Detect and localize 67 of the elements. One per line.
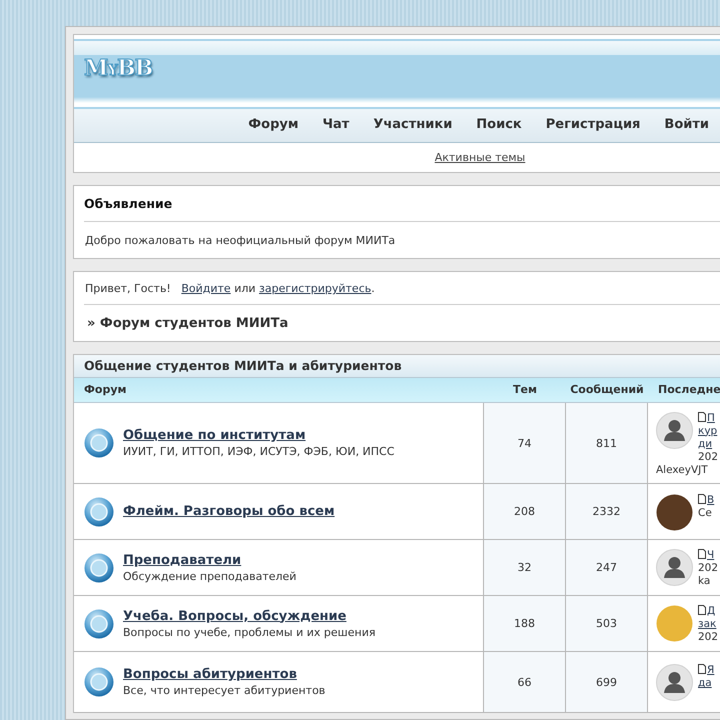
last-post-link[interactable]: ди — [698, 438, 718, 450]
post-count: 503 — [566, 596, 648, 652]
breadcrumb[interactable]: » Форум студентов МИИТа — [84, 305, 720, 341]
nav-link[interactable]: Участники — [361, 117, 464, 132]
post-count: 2332 — [566, 484, 648, 540]
post-count: 699 — [566, 652, 648, 713]
last-post-info: 202 — [698, 630, 718, 644]
column-header: Форум — [74, 378, 484, 403]
forum-description: Все, что интересует абитуриентов — [123, 684, 326, 697]
last-post-link[interactable]: Д — [698, 604, 718, 618]
last-post-author[interactable]: AlexeyVJT — [656, 464, 720, 476]
forum-status-icon — [84, 496, 114, 526]
forum-status-icon — [84, 667, 114, 697]
nav-link[interactable]: Форум — [236, 117, 310, 132]
forum-title-link[interactable]: Общение по институтам — [123, 428, 394, 443]
last-post-info: 202 — [698, 450, 718, 464]
last-post-link[interactable]: кур — [698, 424, 718, 438]
document-icon — [698, 548, 706, 558]
document-icon — [698, 412, 706, 422]
column-header: Последне — [648, 378, 720, 403]
category-header: Общение студентов МИИТа и абитуриентов — [74, 355, 720, 378]
last-post-link[interactable]: В — [698, 494, 714, 506]
forum-title-link[interactable]: Флейм. Разговоры обо всем — [123, 504, 335, 519]
avatar-image — [656, 604, 693, 642]
welcome-message: Привет, Гость! Войдите или зарегистрируйтесь. — [84, 272, 720, 305]
user-silhouette-avatar — [656, 548, 693, 586]
forum-status-icon — [84, 428, 114, 458]
last-post-link[interactable]: зак — [698, 618, 718, 630]
last-post-link[interactable]: Ч — [698, 548, 718, 562]
forum-title-link[interactable]: Вопросы абитуриентов — [123, 667, 326, 682]
post-count: 811 — [566, 403, 648, 484]
document-icon — [698, 604, 706, 614]
welcome-link[interactable]: Войдите — [181, 282, 231, 295]
forum-status-icon — [84, 608, 114, 638]
topic-count: 208 — [484, 484, 566, 540]
last-post-link[interactable]: Я — [698, 664, 714, 677]
nav-link[interactable]: Войти — [652, 117, 720, 132]
last-post-link[interactable]: да — [698, 677, 714, 690]
avatar-image — [656, 494, 693, 530]
column-header: Сообщений — [566, 378, 648, 403]
active-topics-link[interactable]: Активные темы — [434, 151, 526, 164]
last-post-info: Се — [698, 506, 713, 520]
column-header: Тем — [484, 378, 566, 403]
last-post-info: 202 — [698, 562, 718, 574]
post-count: 247 — [566, 540, 648, 596]
announcement-text: Добро пожаловать на неофициальный форум МИИТа — [84, 233, 396, 249]
nav-link[interactable]: Поиск — [464, 117, 534, 132]
nav-link[interactable]: Чат — [310, 117, 362, 132]
welcome-link[interactable]: зарегистрируйтесь — [259, 282, 372, 295]
forum-status-icon — [84, 552, 114, 582]
nav-link[interactable]: Регистрация — [534, 117, 652, 132]
topic-count: 66 — [484, 652, 566, 713]
document-icon — [698, 664, 706, 674]
topic-count: 74 — [484, 403, 566, 484]
forum-title-link[interactable]: Преподаватели — [123, 552, 296, 568]
announcement-title: Объявление — [84, 186, 720, 222]
forum-description: Вопросы по учебе, проблемы и их решения — [123, 626, 376, 638]
document-icon — [698, 494, 706, 504]
topic-count: 32 — [484, 540, 566, 596]
forum-title-link[interactable]: Учеба. Вопросы, обсуждение — [123, 608, 376, 624]
forum-description: ИУИТ, ГИ, ИТТОП, ИЭФ, ИСУТЭ, ФЭБ, ЮИ, ИПСС — [123, 445, 394, 458]
topic-count: 188 — [484, 596, 566, 652]
user-silhouette-avatar — [656, 664, 693, 701]
last-post-info: ka — [698, 574, 712, 588]
forum-description: Обсуждение преподавателей — [123, 570, 296, 582]
last-post-link[interactable]: П — [698, 412, 718, 424]
user-silhouette-avatar — [656, 412, 693, 448]
